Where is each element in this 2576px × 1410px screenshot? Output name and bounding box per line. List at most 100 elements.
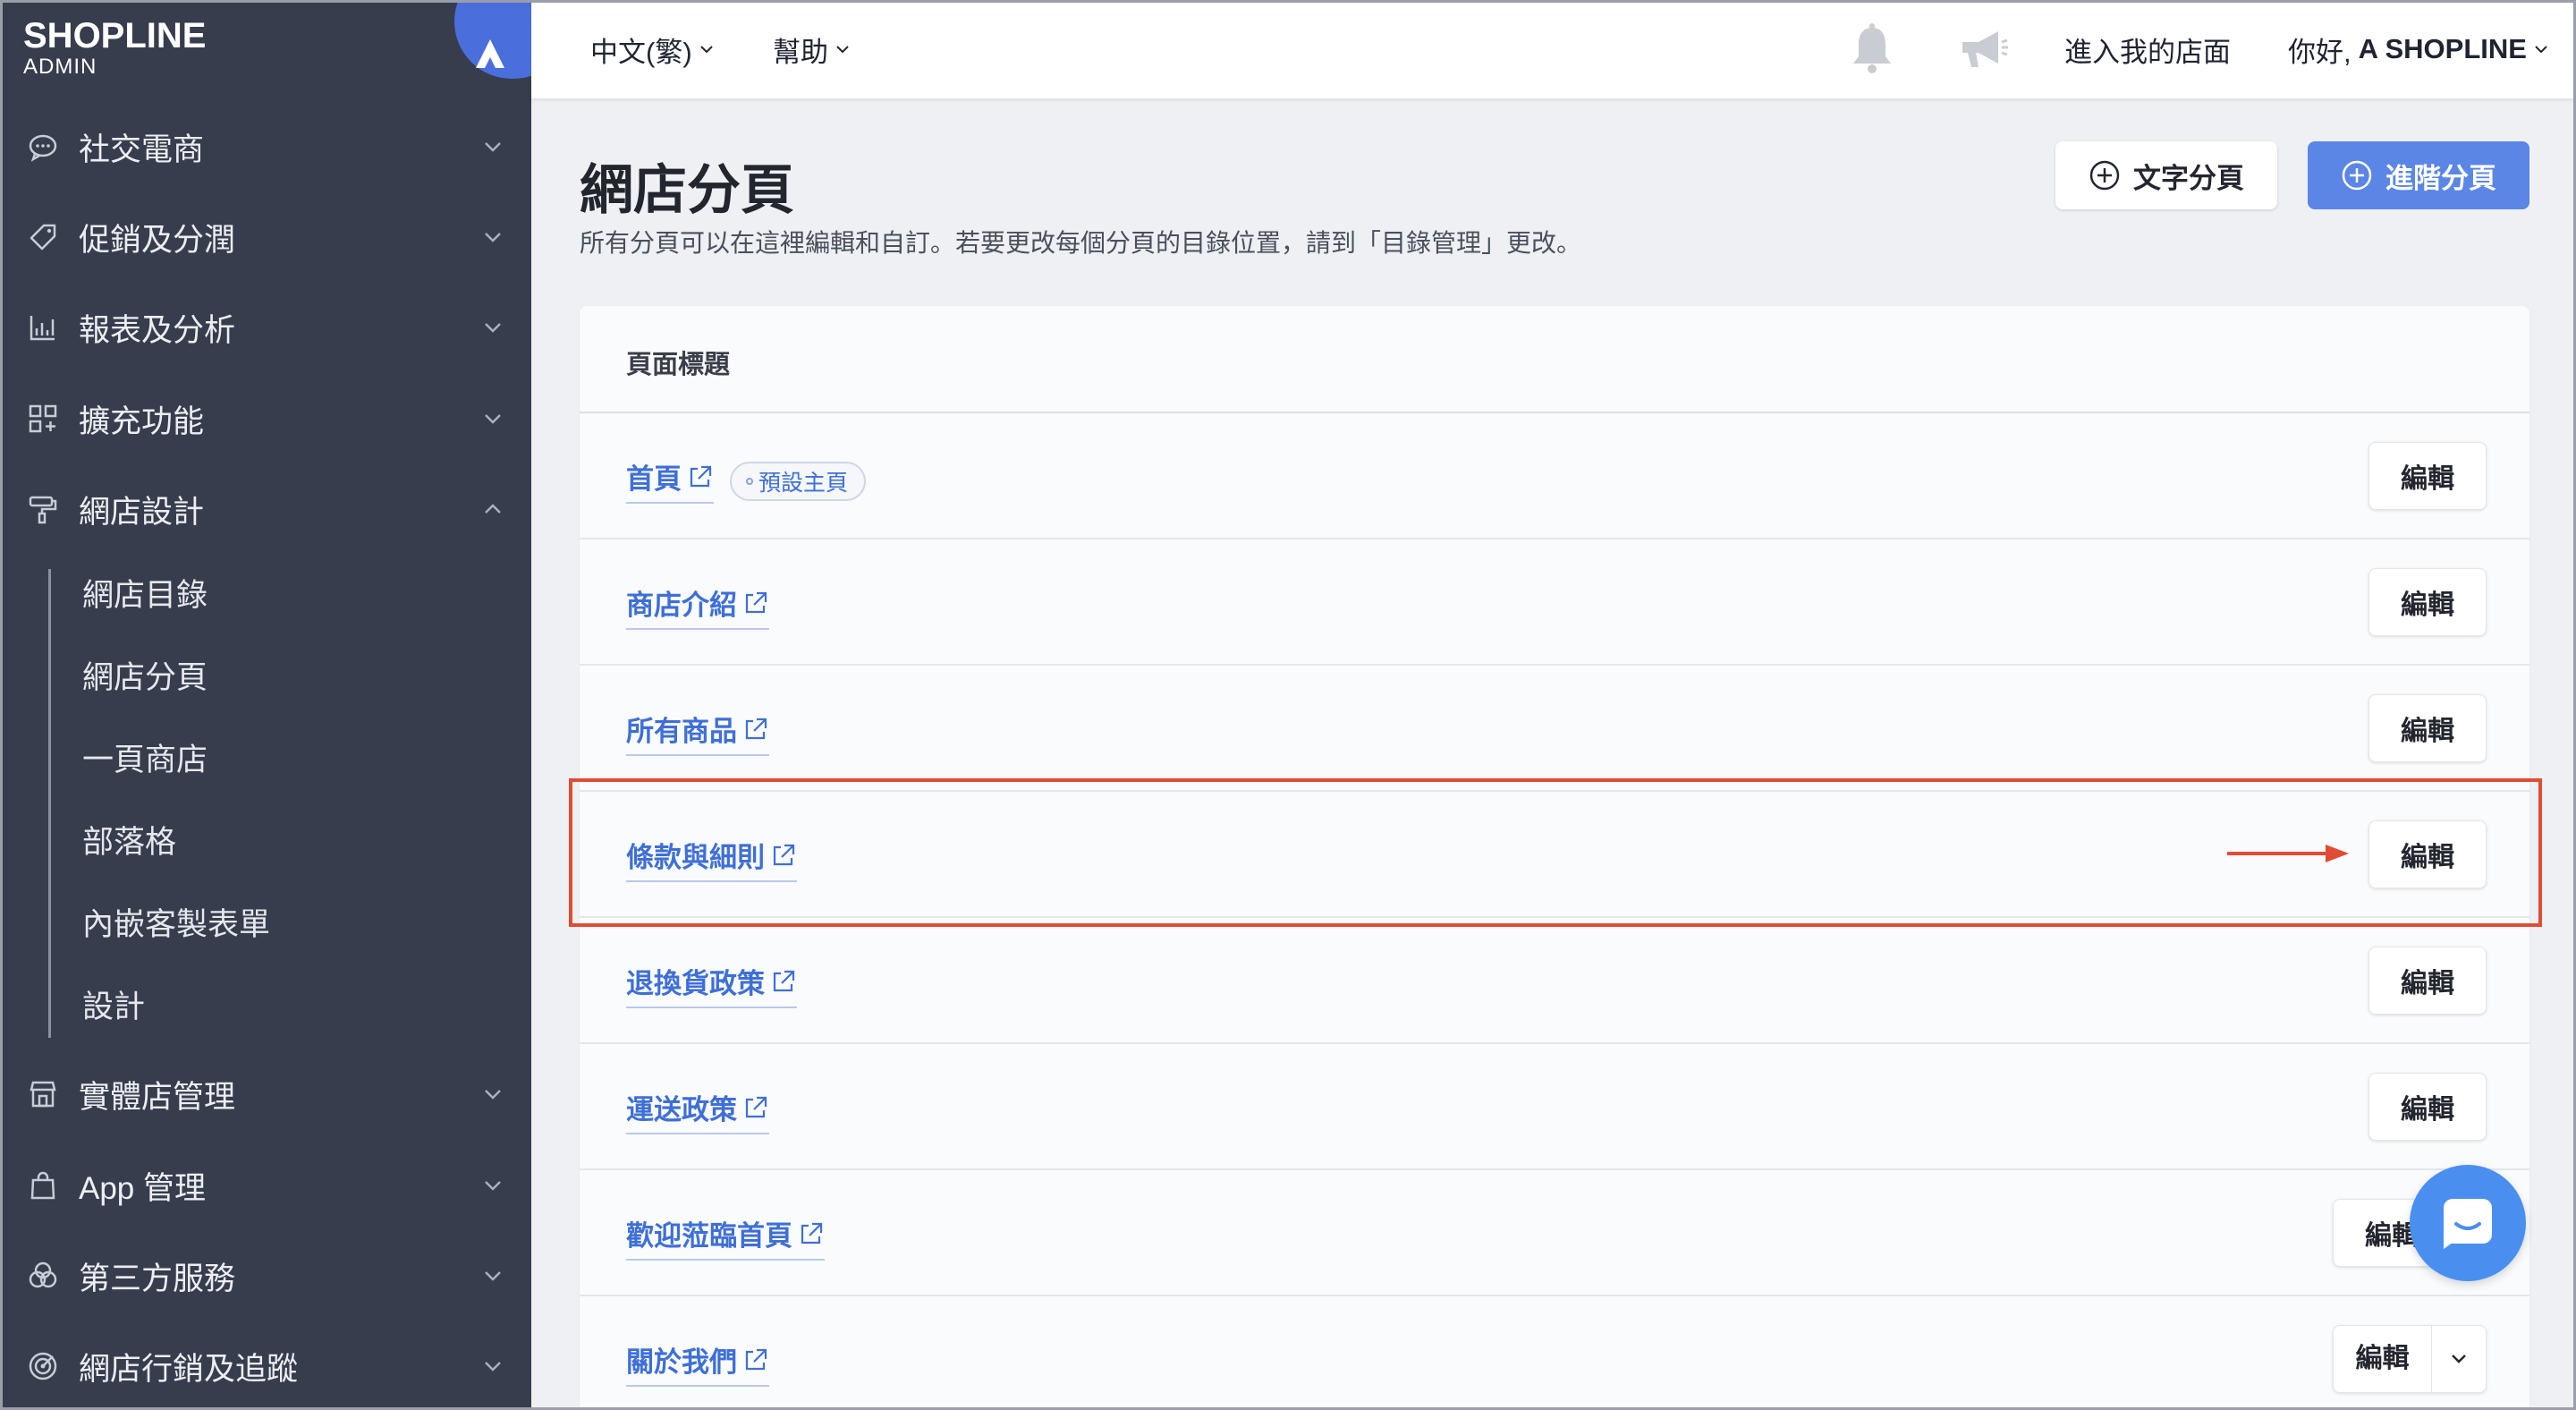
sidebar-item-extensions[interactable]: 擴充功能 <box>0 374 531 463</box>
chat-icon <box>2444 1199 2492 1249</box>
sidebar-item-third-party[interactable]: 第三方服務 <box>0 1231 531 1321</box>
external-link-icon <box>745 718 767 739</box>
external-link-icon <box>690 465 712 487</box>
sidebar-item-marketing-tracking[interactable]: 網店行銷及追蹤 <box>0 1321 531 1410</box>
sidebar-subitem-blog[interactable]: 部落格 <box>82 816 176 870</box>
bell-icon <box>1853 23 1891 73</box>
grid-plus-icon <box>27 403 59 435</box>
default-homepage-badge: 預設主頁 <box>730 462 867 501</box>
external-link-icon <box>773 970 795 991</box>
edit-button[interactable]: 編輯 <box>2334 1325 2432 1393</box>
add-advanced-page-label: 進階分頁 <box>2385 162 2496 194</box>
tag-icon <box>27 221 59 253</box>
store-logo-badge[interactable] <box>454 0 531 79</box>
announcements[interactable] <box>1952 0 2011 98</box>
external-link-icon <box>745 1348 767 1370</box>
chevron-down-icon <box>485 323 501 333</box>
sidebar-subitem-store-pages[interactable]: 網店分頁 <box>82 651 208 705</box>
table-row: 歡迎蒞臨首頁 編輯 <box>580 1170 2529 1296</box>
edit-button[interactable]: 編輯 <box>2368 947 2487 1015</box>
page-link-shipping-policy[interactable]: 運送政策 <box>626 1087 769 1134</box>
store-icon <box>27 1078 59 1110</box>
table-row: 退換貨政策 編輯 <box>580 918 2529 1044</box>
user-name: A SHOPLINE <box>2358 33 2527 64</box>
table-row: 運送政策 編輯 <box>580 1044 2529 1170</box>
greeting-prefix: 你好, <box>2288 36 2351 68</box>
chevron-down-icon <box>2452 1355 2466 1363</box>
add-text-page-label: 文字分頁 <box>2133 162 2244 194</box>
top-header: 中文(繁) 幫助 進入我的店面 你好, A SHOPLINE <box>531 0 2576 98</box>
chevron-down-icon <box>2535 46 2547 54</box>
sidebar-item-label: App 管理 <box>79 1170 206 1206</box>
column-header-page-title: 頁面標題 <box>626 351 731 379</box>
sidebar-item-label: 第三方服務 <box>79 1261 236 1296</box>
edit-button[interactable]: 編輯 <box>2368 442 2487 510</box>
sidebar-item-app-management[interactable]: App 管理 <box>0 1141 531 1230</box>
sidebar-item-label: 網店設計 <box>79 494 205 530</box>
brand-sub: ADMIN <box>23 55 97 79</box>
page-link-about-store[interactable]: 商店介紹 <box>626 582 769 630</box>
page-title-text: 商店介紹 <box>626 590 737 621</box>
language-label: 中文(繁) <box>590 36 692 68</box>
chevron-down-icon <box>485 1181 501 1191</box>
sidebar-subitem-embedded-form[interactable]: 內嵌客製表單 <box>82 898 270 952</box>
add-text-page-button[interactable]: 文字分頁 <box>2055 141 2277 209</box>
edit-button[interactable]: 編輯 <box>2368 1073 2487 1141</box>
target-icon <box>27 1350 59 1382</box>
chat-support-button[interactable] <box>2410 1165 2526 1281</box>
user-menu[interactable]: 你好, A SHOPLINE <box>2288 0 2550 98</box>
help-label: 幫助 <box>773 36 828 68</box>
edit-button[interactable]: 編輯 <box>2368 568 2487 636</box>
edit-split-button: 編輯 <box>2333 1325 2487 1393</box>
page-title-text: 運送政策 <box>626 1094 737 1125</box>
mountain-logo-icon <box>476 39 504 68</box>
page-title-text: 退換貨政策 <box>626 968 765 999</box>
sidebar: SHOPLINE ADMIN 社交電商 促銷及分潤 報表及分析 擴充功能 網店設… <box>0 0 531 1410</box>
page-link-return-policy[interactable]: 退換貨政策 <box>626 961 797 1008</box>
circles-icon <box>27 1260 59 1292</box>
external-link-icon <box>745 1096 767 1117</box>
sidebar-item-label: 報表及分析 <box>79 312 236 348</box>
notifications-bell[interactable] <box>1843 0 1896 98</box>
page-title-text: 歡迎蒞臨首頁 <box>626 1220 792 1252</box>
page-link-all-products[interactable]: 所有商品 <box>626 709 769 756</box>
plus-circle-icon <box>2089 160 2120 191</box>
arrow-right-icon <box>2227 845 2349 862</box>
sidebar-item-reports[interactable]: 報表及分析 <box>0 283 531 372</box>
sidebar-subitem-one-page-store[interactable]: 一頁商店 <box>82 734 208 787</box>
sidebar-item-social-commerce[interactable]: 社交電商 <box>0 102 531 191</box>
sidebar-item-label: 社交電商 <box>79 132 205 167</box>
sidebar-subitem-design[interactable]: 設計 <box>82 981 145 1034</box>
chevron-down-icon <box>699 46 713 54</box>
table-row: 所有商品 編輯 <box>580 666 2529 792</box>
page-link-home[interactable]: 首頁 <box>626 456 714 504</box>
chevron-down-icon <box>485 1271 501 1281</box>
sidebar-item-label: 促銷及分潤 <box>79 222 236 258</box>
chevron-down-icon <box>485 1090 501 1100</box>
chevron-down-icon <box>836 46 849 54</box>
page-title: 網店分頁 <box>580 160 794 220</box>
page-link-welcome-home[interactable]: 歡迎蒞臨首頁 <box>626 1213 825 1261</box>
chevron-down-icon <box>485 233 501 242</box>
paint-roller-icon <box>27 493 59 525</box>
page-description: 所有分頁可以在這裡編輯和自訂。若要更改每個分頁的目錄位置，請到「目錄管理」更改。 <box>580 229 1582 257</box>
sidebar-item-retail-store[interactable]: 實體店管理 <box>0 1049 531 1139</box>
chevron-up-icon <box>485 504 501 514</box>
page-title-text: 所有商品 <box>626 716 737 747</box>
shopline-logo[interactable]: SHOPLINE ADMIN <box>23 16 206 79</box>
visit-store-link[interactable]: 進入我的店面 <box>2064 0 2231 98</box>
chevron-down-icon <box>485 142 501 152</box>
edit-button[interactable]: 編輯 <box>2368 694 2487 762</box>
badge-dot-icon <box>746 478 753 485</box>
edit-dropdown-toggle[interactable] <box>2432 1325 2486 1393</box>
sidebar-item-store-design[interactable]: 網店設計 <box>0 464 531 554</box>
chevron-down-icon <box>485 1362 501 1372</box>
sidebar-subitem-store-catalog[interactable]: 網店目錄 <box>82 569 208 623</box>
help-menu[interactable]: 幫助 <box>773 0 852 98</box>
add-advanced-page-button[interactable]: 進階分頁 <box>2308 141 2529 209</box>
table-row: 商店介紹 編輯 <box>580 539 2529 666</box>
language-selector[interactable]: 中文(繁) <box>590 0 716 98</box>
sidebar-item-promotions[interactable]: 促銷及分潤 <box>0 192 531 282</box>
external-link-icon <box>801 1222 823 1244</box>
page-link-about-us[interactable]: 關於我們 <box>626 1339 769 1387</box>
